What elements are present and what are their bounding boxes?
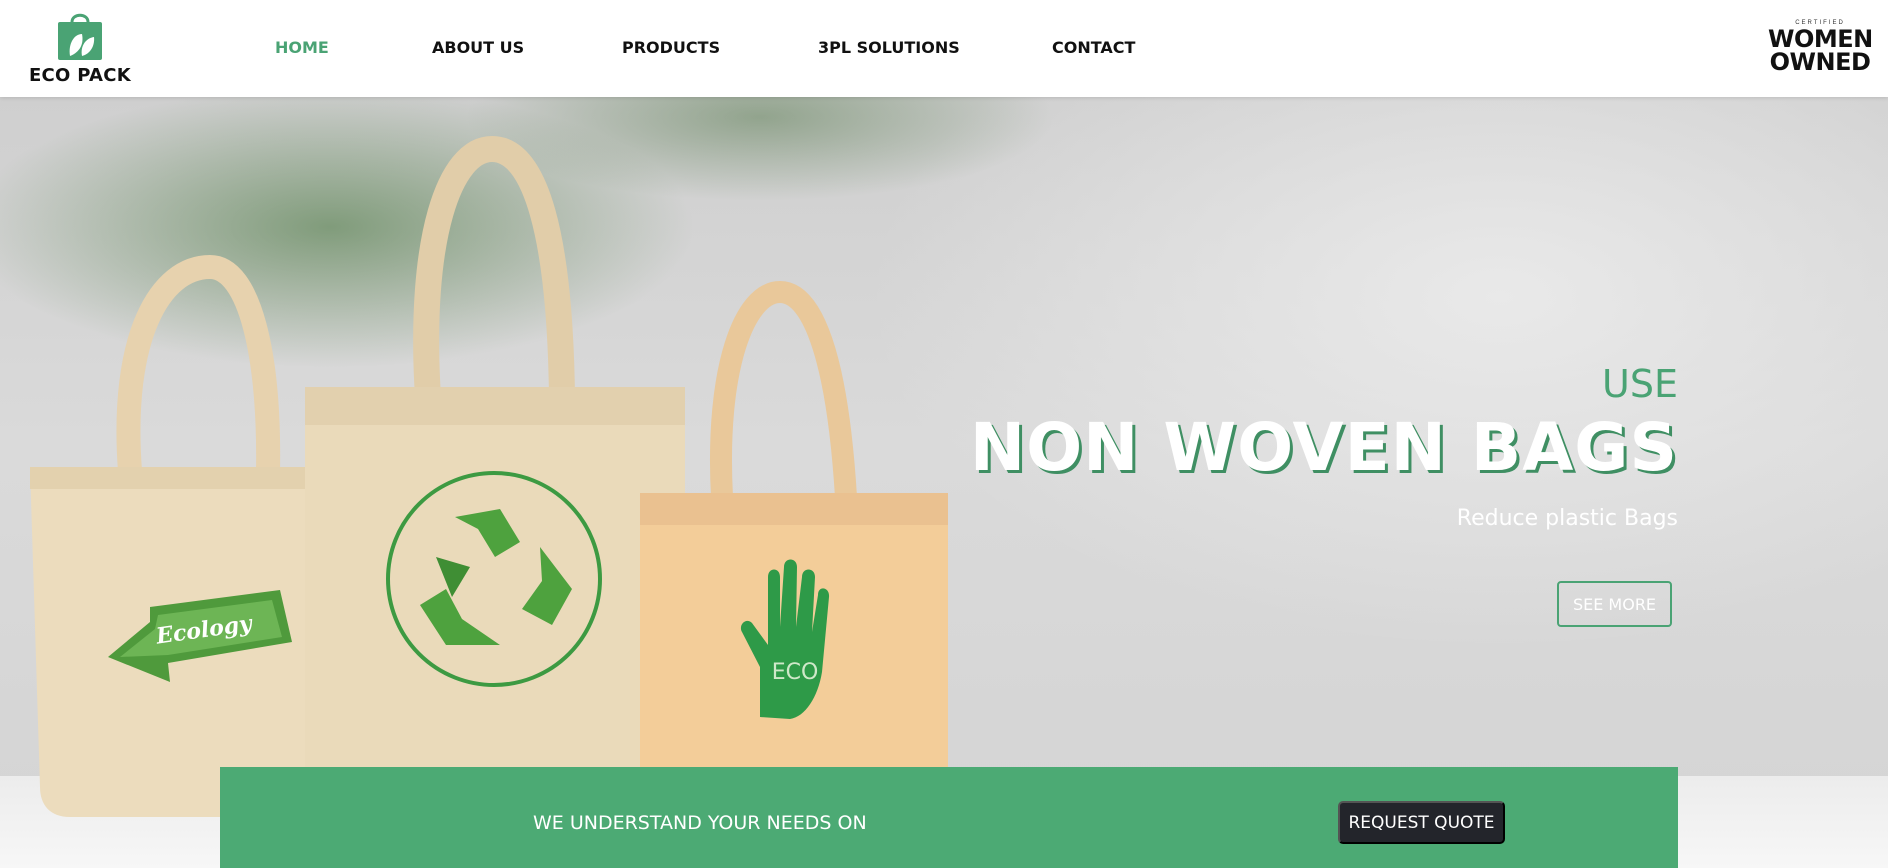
hero-text-block: USE NON WOVEN BAGS Reduce plastic Bags (970, 362, 1678, 534)
hero-banner: Ecology ECO USE NON WOVEN BAGS Reduce pl… (0, 97, 1888, 868)
site-header: ECO PACK HOME ABOUT US PRODUCTS 3PL SOLU… (0, 0, 1888, 97)
nav-item-about-us[interactable]: ABOUT US (432, 38, 524, 57)
see-more-button[interactable]: SEE MORE (1557, 581, 1672, 627)
logo-text: ECO PACK (28, 65, 132, 86)
women-owned-badge: CERTIFIED WOMEN OWNED (1768, 20, 1873, 76)
bag-label-eco: ECO (772, 660, 819, 685)
badge-line-2: OWNED (1769, 48, 1871, 76)
nav-item-products[interactable]: PRODUCTS (622, 38, 720, 57)
tote-bags-illustration: Ecology ECO (30, 135, 948, 819)
nav-item-contact[interactable]: CONTACT (1052, 38, 1135, 57)
shopping-bag-leaf-icon (58, 13, 102, 60)
nav-item-home[interactable]: HOME (275, 38, 329, 57)
nav-item-3pl-solutions[interactable]: 3PL SOLUTIONS (818, 38, 960, 57)
hero-subtitle: Reduce plastic Bags (1456, 506, 1678, 531)
cta-text: WE UNDERSTAND YOUR NEEDS ON (533, 812, 867, 834)
request-quote-button[interactable]: REQUEST QUOTE (1338, 801, 1505, 844)
hero-title: NON WOVEN BAGS (969, 409, 1678, 486)
hero-eyebrow: USE (1602, 362, 1678, 406)
cta-bar: WE UNDERSTAND YOUR NEEDS ON REQUEST QUOT… (220, 767, 1678, 868)
logo[interactable]: ECO PACK (27, 10, 133, 88)
